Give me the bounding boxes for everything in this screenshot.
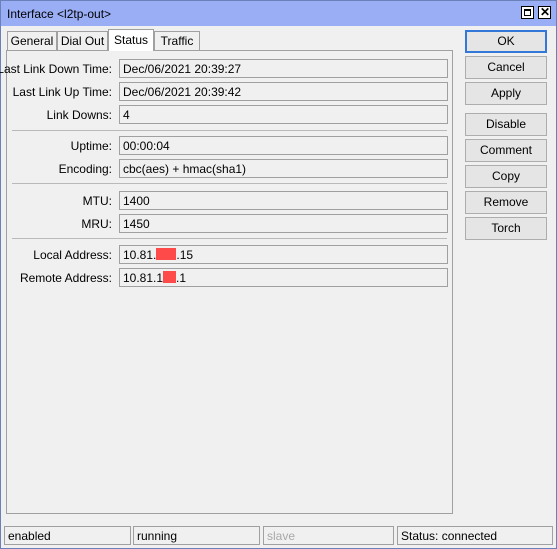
remote-address-label: Remote Address: xyxy=(19,271,112,285)
copy-button[interactable]: Copy xyxy=(465,165,547,188)
status-connection: Status: connected xyxy=(397,526,553,545)
torch-button[interactable]: Torch xyxy=(465,217,547,240)
interface-window: Interface <l2tp-out> ✕ General Dial Out … xyxy=(0,0,557,549)
remote-address-prefix: 10.81.1 xyxy=(123,271,164,285)
link-downs-field[interactable]: 4 xyxy=(119,105,448,124)
cancel-button[interactable]: Cancel xyxy=(465,56,547,79)
close-icon[interactable]: ✕ xyxy=(538,5,551,19)
mru-field[interactable]: 1450 xyxy=(119,214,448,233)
status-slave: slave xyxy=(263,526,394,545)
last-link-down-time-label: Last Link Down Time: xyxy=(0,62,112,76)
remote-address-field[interactable]: 10.81.1 .1 xyxy=(119,268,448,287)
remote-address-suffix: .1 xyxy=(176,271,187,285)
remove-button[interactable]: Remove xyxy=(465,191,547,214)
title-bar[interactable]: Interface <l2tp-out> ✕ xyxy=(1,1,556,26)
status-running: running xyxy=(133,526,260,545)
local-address-label: Local Address: xyxy=(33,248,112,262)
last-link-down-time-field[interactable]: Dec/06/2021 20:39:27 xyxy=(119,59,448,78)
last-link-up-time-field[interactable]: Dec/06/2021 20:39:42 xyxy=(119,82,448,101)
last-link-up-time-label: Last Link Up Time: xyxy=(12,85,112,99)
status-enabled: enabled xyxy=(4,526,131,545)
mru-label: MRU: xyxy=(81,217,112,231)
separator xyxy=(12,238,447,239)
disable-button[interactable]: Disable xyxy=(465,113,547,136)
tab-status[interactable]: Status xyxy=(108,29,154,51)
uptime-label: Uptime: xyxy=(70,139,112,153)
redaction-mark xyxy=(156,248,177,260)
window-title: Interface <l2tp-out> xyxy=(7,7,112,21)
mtu-label: MTU: xyxy=(82,194,112,208)
comment-button[interactable]: Comment xyxy=(465,139,547,162)
local-address-prefix: 10.81. xyxy=(123,248,157,262)
encoding-field[interactable]: cbc(aes) + hmac(sha1) xyxy=(119,159,448,178)
status-panel: Last Link Down Time: Dec/06/2021 20:39:2… xyxy=(0,50,453,514)
encoding-label: Encoding: xyxy=(58,162,112,176)
link-downs-label: Link Downs: xyxy=(46,108,112,122)
status-bar: enabled running slave Status: connected xyxy=(1,525,556,548)
local-address-field[interactable]: 10.81. .15 xyxy=(119,245,448,264)
tab-traffic[interactable]: Traffic xyxy=(154,31,200,50)
uptime-field[interactable]: 00:00:04 xyxy=(119,136,448,155)
apply-button[interactable]: Apply xyxy=(465,82,547,105)
maximize-icon[interactable] xyxy=(521,6,534,19)
local-address-suffix: .15 xyxy=(176,248,194,262)
mtu-field[interactable]: 1400 xyxy=(119,191,448,210)
tab-dial-out[interactable]: Dial Out xyxy=(57,31,108,50)
separator xyxy=(12,130,447,131)
ok-button[interactable]: OK xyxy=(465,30,547,53)
redaction-mark xyxy=(163,271,177,283)
tab-general[interactable]: General xyxy=(7,31,57,50)
separator xyxy=(12,183,447,184)
